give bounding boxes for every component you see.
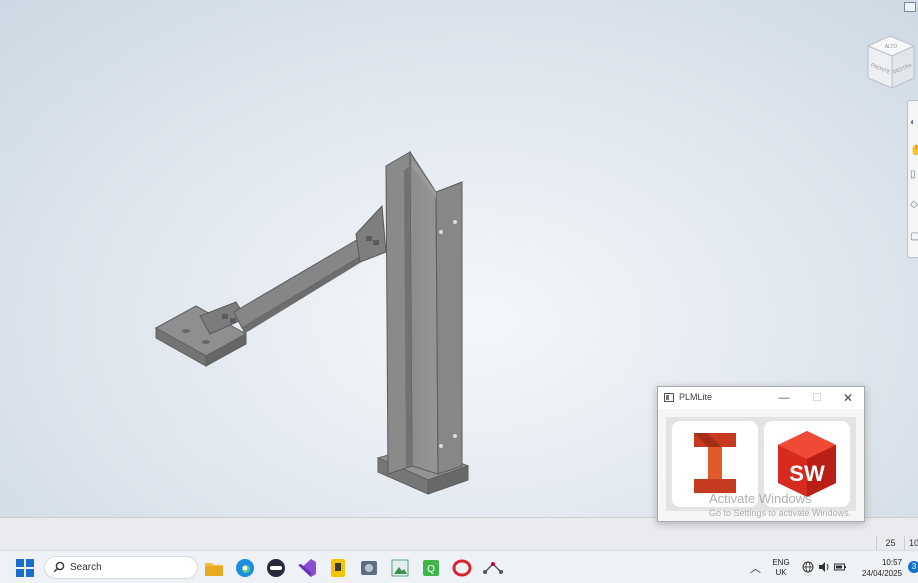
window-app-icon bbox=[664, 393, 674, 402]
battery-icon[interactable] bbox=[834, 561, 846, 573]
media-player-icon[interactable] bbox=[264, 556, 288, 580]
opera-icon[interactable] bbox=[450, 556, 474, 580]
system-clock[interactable]: 10:57 24/04/2025 bbox=[856, 557, 902, 579]
plmlite-titlebar[interactable]: PLMLite — ☐ ✕ bbox=[658, 387, 864, 409]
status-count-a: 25 bbox=[876, 536, 904, 551]
volume-icon[interactable] bbox=[818, 561, 830, 573]
window-restore-button[interactable] bbox=[904, 2, 916, 12]
status-count-b: 10 bbox=[904, 536, 918, 551]
activate-windows-watermark: Activate Windows bbox=[709, 491, 812, 506]
qt-app-icon[interactable]: Q bbox=[419, 556, 443, 580]
navigation-bar: ◐ ✋ ▯ ◇ ▢ bbox=[907, 100, 918, 258]
windows-start-icon[interactable] bbox=[16, 559, 34, 577]
visual-studio-icon[interactable] bbox=[295, 556, 319, 580]
window-title: PLMLite bbox=[679, 392, 713, 402]
search-icon bbox=[53, 561, 65, 573]
look-at-icon[interactable]: ▢ bbox=[910, 231, 918, 243]
i-beam-column bbox=[385, 150, 463, 475]
taskbar-search-input[interactable]: Search bbox=[44, 556, 198, 579]
input-language-indicator[interactable]: ENG UK bbox=[770, 558, 792, 578]
minimize-button[interactable]: — bbox=[770, 389, 798, 407]
edge-browser-icon[interactable] bbox=[233, 556, 257, 580]
clock-date: 24/04/2025 bbox=[861, 569, 902, 578]
file-explorer-icon[interactable] bbox=[202, 556, 226, 580]
svg-text:Q: Q bbox=[427, 564, 435, 575]
network-tool-icon[interactable] bbox=[481, 556, 505, 580]
zoom-icon[interactable]: ▯ bbox=[910, 169, 918, 181]
clock-time: 10:57 bbox=[881, 558, 902, 567]
brace-column-bracket bbox=[355, 204, 387, 263]
close-button[interactable]: ✕ bbox=[834, 389, 862, 407]
image-editor-icon[interactable] bbox=[388, 556, 412, 580]
plmlite-window[interactable]: PLMLite — ☐ ✕ SW Activate Windows Go to … bbox=[657, 386, 865, 522]
search-placeholder: Search bbox=[70, 562, 102, 573]
taskbar: Search Q ︿ ENG UK 10:57 24/04/2025 3 bbox=[0, 550, 918, 583]
maximize-button[interactable]: ☐ bbox=[803, 389, 831, 407]
language-code: ENG bbox=[772, 558, 790, 567]
chevron-up-icon[interactable]: ︿ bbox=[750, 560, 762, 575]
svg-text:SW: SW bbox=[789, 461, 825, 486]
pinned-app-yellow-icon[interactable] bbox=[326, 556, 350, 580]
steering-wheel-icon[interactable]: ◐ bbox=[910, 117, 918, 129]
viewcube-top-label: ALTO bbox=[885, 44, 898, 50]
globe-icon[interactable] bbox=[802, 561, 814, 573]
notification-count-badge[interactable]: 3 bbox=[908, 561, 918, 573]
view-cube[interactable]: ALTO FRONTE DESTRA bbox=[862, 34, 918, 92]
pan-hand-icon[interactable]: ✋ bbox=[910, 145, 918, 157]
brace-base-plate bbox=[154, 301, 248, 367]
activate-windows-hint: Go to Settings to activate Windows. bbox=[709, 508, 852, 518]
diagonal-brace bbox=[233, 237, 369, 334]
control-panel-icon[interactable] bbox=[357, 556, 381, 580]
language-region: UK bbox=[775, 568, 787, 577]
orbit-icon[interactable]: ◇ bbox=[910, 199, 918, 211]
